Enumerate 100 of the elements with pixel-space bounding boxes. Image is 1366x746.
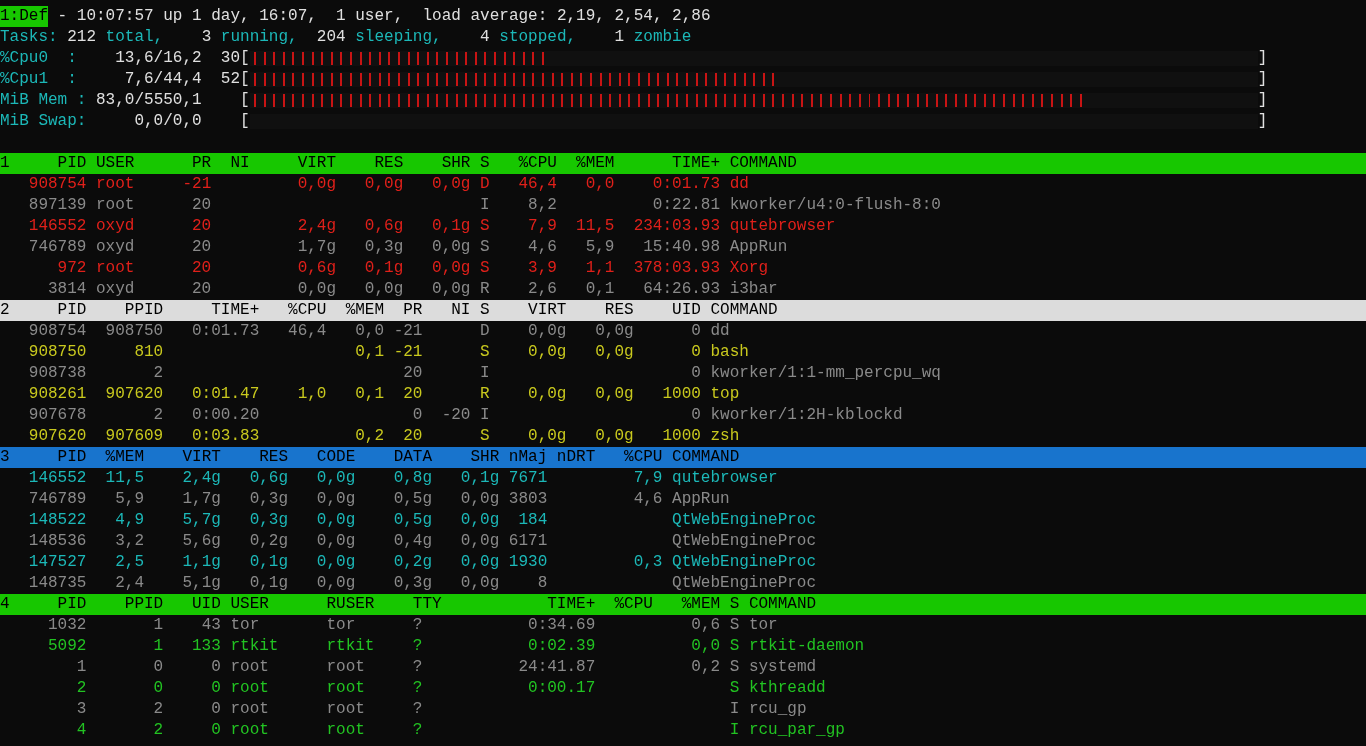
column-header: PPID xyxy=(123,594,164,615)
table-cell-text: 0,3g xyxy=(248,510,289,531)
column-header: USER xyxy=(95,153,136,174)
table-cell-text: tor xyxy=(325,615,357,636)
column-header: %MEM xyxy=(104,447,144,468)
table-cell-text: 0,3g xyxy=(392,573,433,594)
table-cell-text: 5,6g xyxy=(181,531,221,552)
meter-bracket: ] xyxy=(1257,90,1268,111)
table-cell-text: S xyxy=(479,342,490,363)
table-cell-text: 5,9 xyxy=(584,237,615,258)
meter-reading: 0,0/0,0 xyxy=(133,111,202,132)
column-header: TIME+ xyxy=(210,300,260,321)
meter-bracket: [ xyxy=(240,111,250,132)
table-cell-text: 0,0g xyxy=(527,426,567,447)
table-cell-text: 4,9 xyxy=(114,510,144,531)
column-header: TIME+ xyxy=(671,153,721,174)
task-count: 212 xyxy=(67,27,96,48)
table-cell-text: 0:00.20 xyxy=(191,405,260,426)
column-header: PPID xyxy=(123,300,164,321)
task-count: 1 xyxy=(614,27,625,48)
column-header: VIRT xyxy=(181,447,221,468)
meter-bracket: [ xyxy=(240,69,250,90)
table-cell-text: 0,1 xyxy=(354,342,385,363)
table-cell-text: 148522 xyxy=(27,510,87,531)
task-count: 204 xyxy=(316,27,346,48)
table-cell-text: 0,0g xyxy=(315,573,356,594)
table-cell-text: 0,0g xyxy=(431,279,471,300)
table-cell-text: QtWebEngineProc xyxy=(671,552,818,573)
table-cell-text: 20 xyxy=(191,279,212,300)
task-state-label: zombie xyxy=(633,27,692,48)
column-header: S xyxy=(728,594,740,615)
meter-label: %Cpu1 : xyxy=(0,69,78,90)
table-cell-text: root xyxy=(325,720,366,741)
table-cell-text: 0,0g xyxy=(527,384,567,405)
table-cell-text: root xyxy=(95,258,136,279)
table-cell-text: dd xyxy=(728,174,750,195)
table-cell-text: 897139 xyxy=(27,195,87,216)
column-header: %CPU xyxy=(623,447,663,468)
column-header: COMMAND xyxy=(709,300,779,321)
table-cell-text: root xyxy=(325,657,366,678)
table-cell-text: 0,0g xyxy=(594,384,634,405)
table-cell-text: S xyxy=(728,636,740,657)
table-cell-text: 1000 xyxy=(661,426,701,447)
table-cell-text: 0,1g xyxy=(248,573,289,594)
column-header: COMMAND xyxy=(728,153,798,174)
table-cell-text: ? xyxy=(411,720,424,741)
table-cell-text: 2 xyxy=(152,720,164,741)
table-cell-text: 8,2 xyxy=(527,195,557,216)
table-cell-text: 2,5 xyxy=(114,552,144,573)
meter-bracket: ] xyxy=(1257,111,1268,132)
task-state-label: total, xyxy=(105,27,164,48)
table-cell-text: 1032 xyxy=(47,615,87,636)
table-cell-text: top xyxy=(709,384,741,405)
table-cell-text: I xyxy=(479,363,490,384)
table-cell-text: 0:00.17 xyxy=(527,678,596,699)
table-cell-text: 0 xyxy=(690,342,701,363)
task-count: 4 xyxy=(480,27,490,48)
column-header: %MEM xyxy=(575,153,615,174)
table-cell-text: 148536 xyxy=(27,531,87,552)
table-cell-text: 908738 xyxy=(27,363,87,384)
table-cell-text: 0:22.81 xyxy=(651,195,721,216)
column-header: S xyxy=(479,153,490,174)
table-cell-text: 0:03.83 xyxy=(191,426,260,447)
table-cell-text: S xyxy=(479,258,490,279)
table-cell-text: root xyxy=(325,699,366,720)
table-cell-text: 20 xyxy=(191,195,212,216)
table-cell-text: tor xyxy=(229,615,261,636)
table-cell-text: qutebrowser xyxy=(671,468,779,489)
table-cell-text: kworker/u4:0-flush-8:0 xyxy=(728,195,942,216)
table-cell-text: 0,1g xyxy=(459,468,500,489)
table-cell-text: 2,4 xyxy=(114,573,144,594)
table-cell-text: root xyxy=(95,195,136,216)
table-cell-text: 0,0g xyxy=(431,174,471,195)
table-cell-text: -21 xyxy=(392,321,423,342)
table-cell-text: bash xyxy=(709,342,750,363)
table-cell-text: QtWebEngineProc xyxy=(671,510,818,531)
column-header: COMMAND xyxy=(747,594,818,615)
table-cell-text: AppRun xyxy=(728,237,789,258)
table-cell-text: root xyxy=(229,678,270,699)
table-cell-text: 146552 xyxy=(27,468,87,489)
table-cell-text: 0,0g xyxy=(431,258,471,279)
table-cell-text: 0,8g xyxy=(392,468,433,489)
table-cell-text: 15:40.98 xyxy=(642,237,721,258)
meter-reading: 13,6/16,2 xyxy=(114,48,202,69)
column-header: USER xyxy=(229,594,270,615)
table-cell-text: 0,0g xyxy=(315,531,356,552)
table-cell-text: 0,0g xyxy=(315,552,356,573)
table-cell-text: 0,1g xyxy=(431,216,471,237)
meter-percent: 30 xyxy=(220,49,241,67)
task-state-label: stopped, xyxy=(499,27,577,48)
table-cell-text: AppRun xyxy=(671,489,731,510)
table-cell-text: 0,0g xyxy=(459,531,500,552)
table-cell-text: 20 xyxy=(402,363,423,384)
table-cell-text: 0 xyxy=(411,405,423,426)
window-number: 3 xyxy=(0,447,10,468)
table-cell-text: 746789 xyxy=(27,489,87,510)
table-cell-text: 1 xyxy=(152,615,164,636)
table-cell-text: 0,0g xyxy=(459,573,500,594)
meter-reading: 7,6/44,4 xyxy=(123,69,202,90)
meter-bracket: [ xyxy=(240,90,250,111)
